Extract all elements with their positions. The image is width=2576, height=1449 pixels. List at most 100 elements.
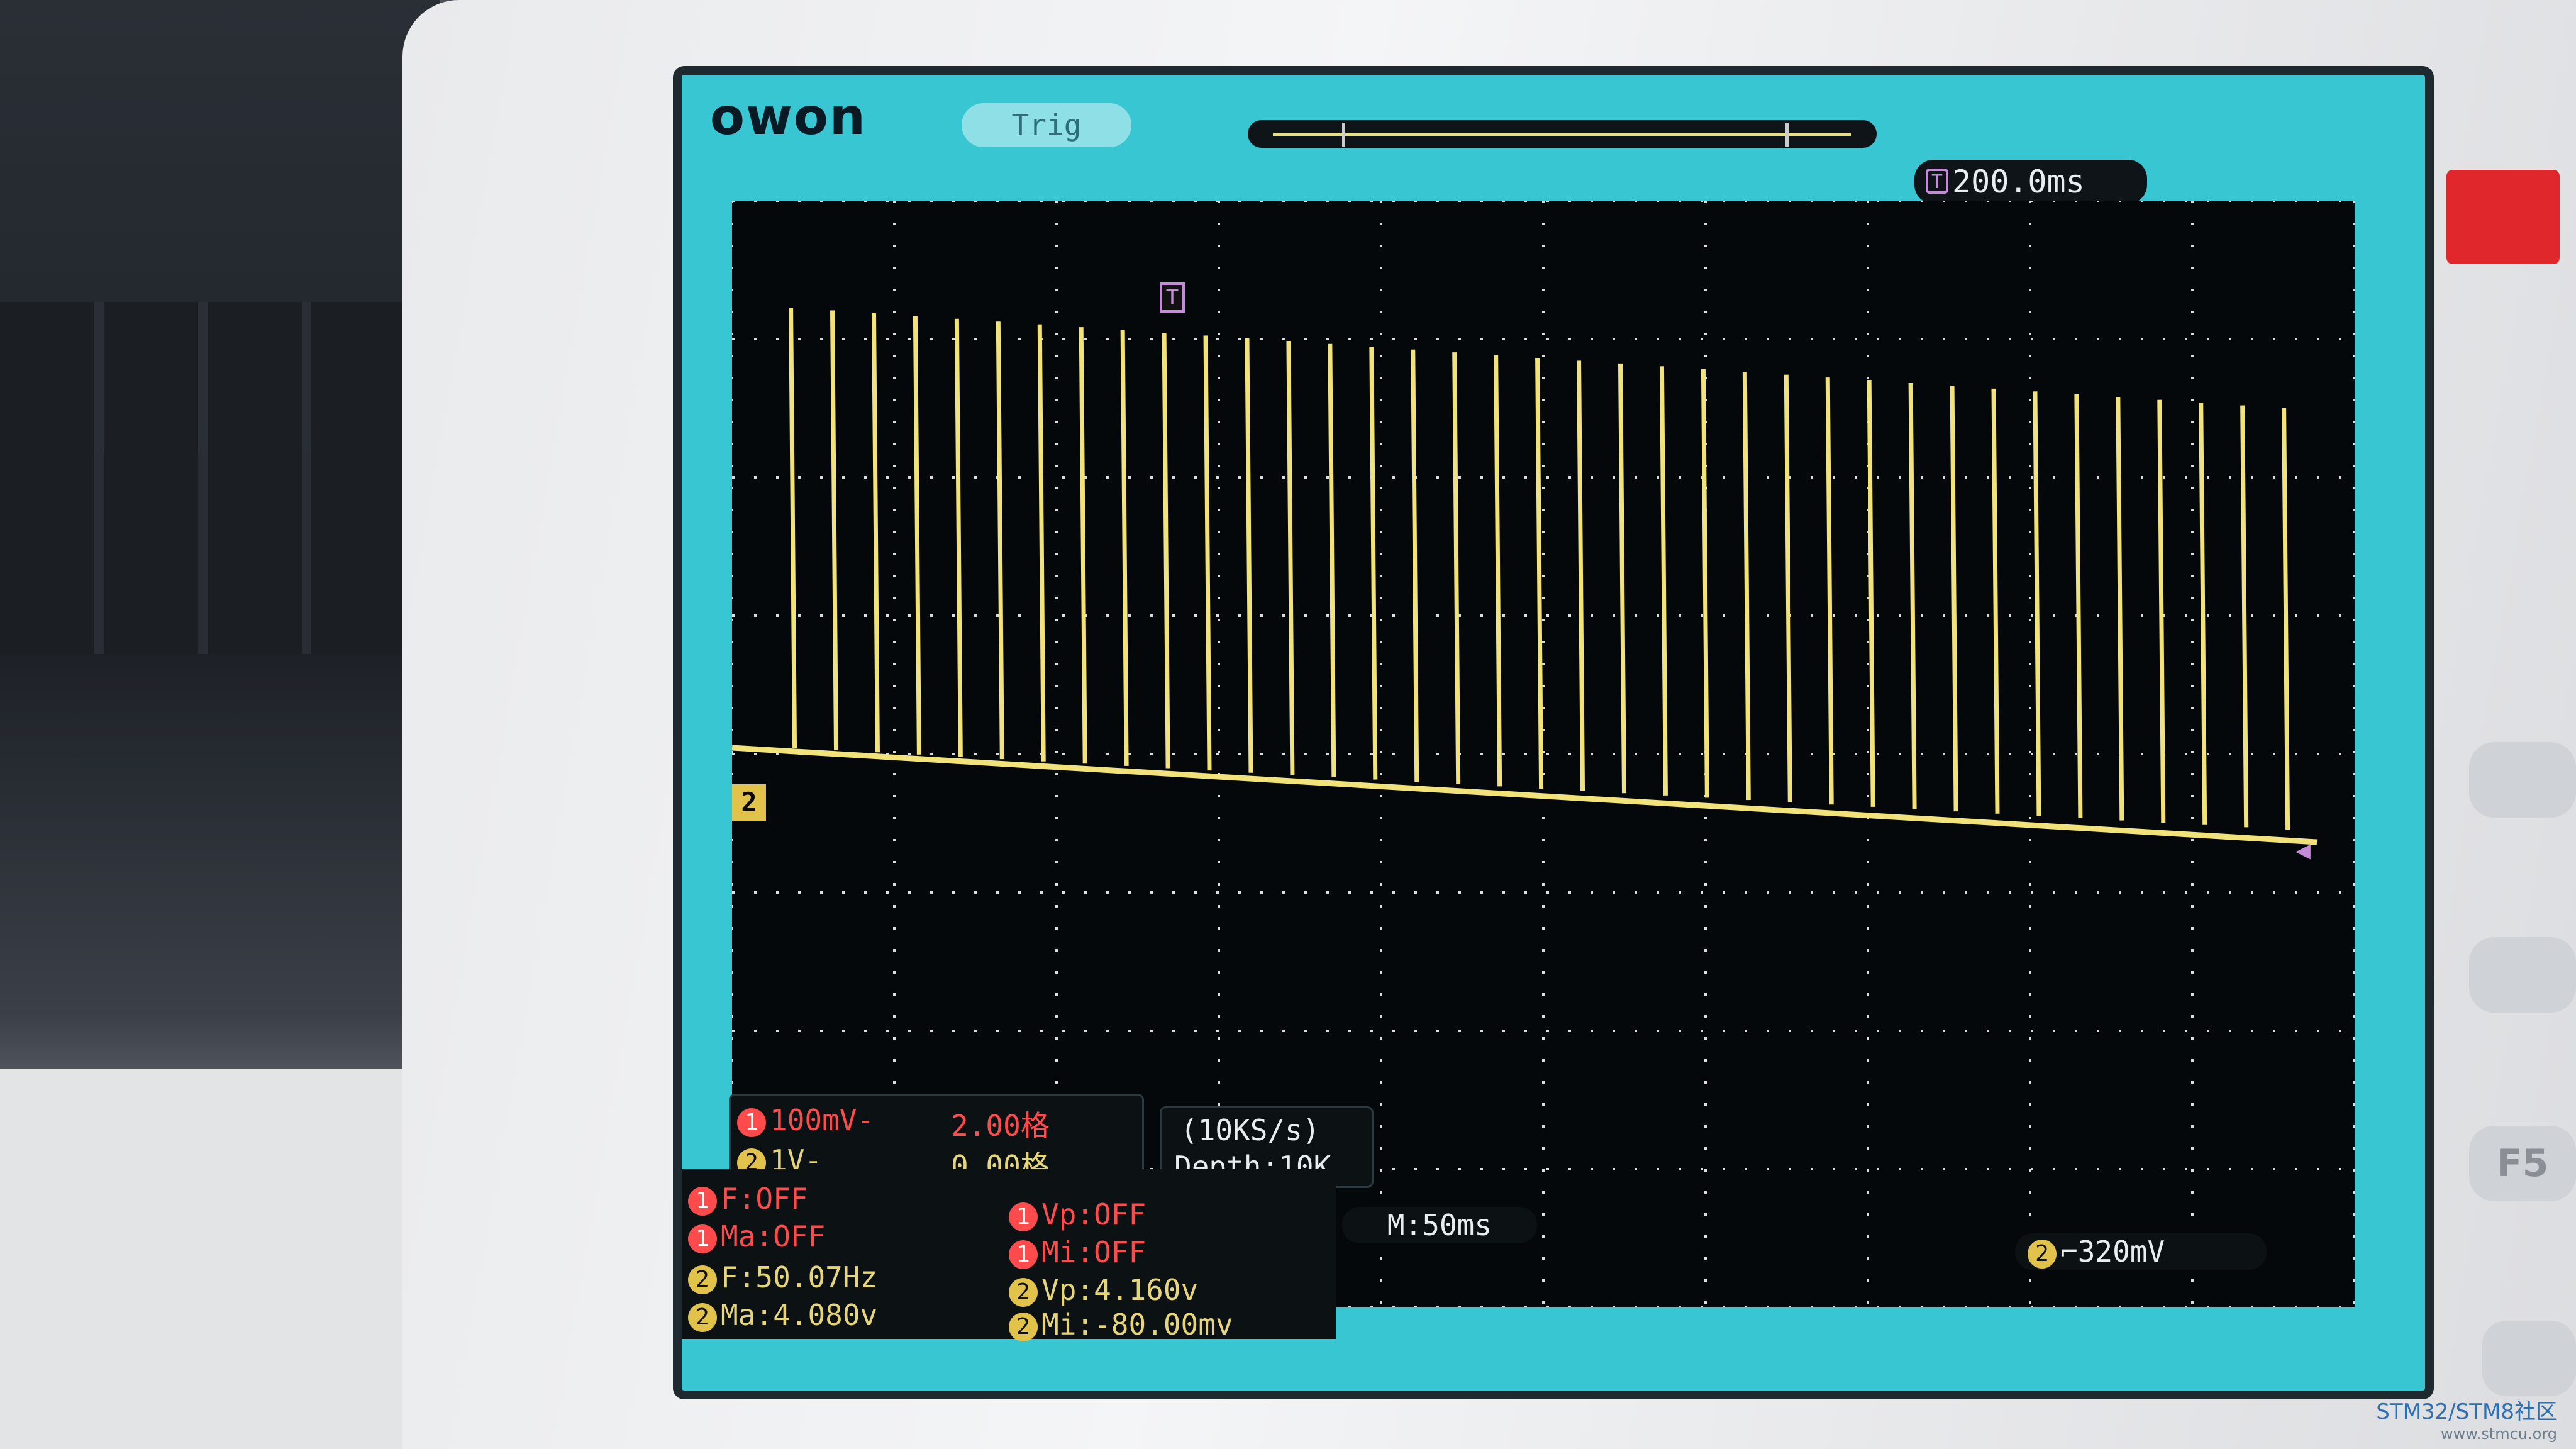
trigger-level-readout: 2 ⌐320mV [2015, 1233, 2267, 1270]
grid-dot [2353, 773, 2356, 775]
grid-dot [1867, 1213, 1869, 1216]
grid-dot [1767, 1306, 1769, 1309]
grid-dot [1414, 199, 1417, 202]
ch2-badge: 2 [688, 1302, 717, 1332]
grid-dot [1867, 861, 1869, 863]
grid-dot [1867, 905, 1869, 908]
grid-dot [1055, 311, 1058, 313]
grid-dot [2339, 199, 2341, 202]
grid-dot [893, 1037, 896, 1040]
grid-dot [1546, 614, 1549, 617]
grid-dot [1867, 201, 1869, 203]
grid-dot [776, 476, 779, 479]
grid-dot [1216, 476, 1219, 479]
grid-dot [2353, 1279, 2356, 1282]
grid-dot [2191, 487, 2194, 489]
grid-dot [776, 1030, 779, 1032]
grid-dot [1877, 338, 1879, 340]
grid-dot [1172, 199, 1175, 202]
ch1-settings: 1 100mV- 2.00格 [737, 1103, 1050, 1143]
grid-dot [1867, 311, 1869, 313]
grid-dot [1392, 891, 1395, 894]
grid-dot [2191, 1103, 2194, 1106]
grid-dot [1701, 614, 1703, 617]
grid-dot [893, 773, 896, 775]
grid-dot [1789, 338, 1791, 340]
grid-dot [1018, 199, 1021, 202]
grid-dot [731, 531, 733, 533]
grid-dot [1811, 891, 1813, 894]
grid-dot [2053, 199, 2055, 202]
grid-dot [1867, 663, 1869, 665]
grid-dot [893, 553, 896, 555]
grid-dot [1745, 1168, 1747, 1170]
side-key-2[interactable] [2469, 937, 2576, 1013]
grid-dot [1867, 1235, 1869, 1238]
grid-dot [1542, 861, 1545, 863]
grid-dot [1380, 1103, 1382, 1106]
grid-dot [1055, 685, 1058, 687]
grid-dot [1704, 1037, 1707, 1040]
grid-dot [1238, 338, 1241, 340]
side-key-f5[interactable]: F5 [2469, 1126, 2576, 1201]
side-key-1[interactable] [2469, 742, 2576, 818]
brand-logo: owon [710, 87, 867, 146]
grid-dot [2075, 753, 2077, 755]
grid-dot [1380, 223, 1382, 225]
grid-dot [1348, 1306, 1351, 1309]
grid-dot [1723, 1306, 1725, 1309]
grid-dot [1055, 707, 1058, 709]
sample-rate: (10KS/s) [1180, 1113, 1320, 1147]
grid-dot [1679, 338, 1681, 340]
menu-off-key[interactable] [2482, 1321, 2576, 1396]
memory-position-bar[interactable] [1248, 120, 1877, 148]
grid-dot [1380, 773, 1382, 775]
grid-dot [2191, 663, 2194, 665]
grid-dot [1380, 1279, 1382, 1282]
grid-dot [2029, 553, 2031, 555]
grid-dot [2029, 707, 2031, 709]
grid-dot [1380, 707, 1382, 709]
grid-dot [1084, 338, 1087, 340]
grid-dot [2353, 201, 2356, 203]
grid-dot [1218, 465, 1220, 467]
grid-dot [2097, 338, 2099, 340]
grid-dot [1326, 476, 1329, 479]
grid-dot [2353, 575, 2356, 577]
grid-dot [1128, 199, 1131, 202]
grid-dot [1218, 1015, 1220, 1018]
pulse [1162, 332, 1170, 769]
grid-dot [1867, 773, 1869, 775]
grid-dot [864, 1030, 867, 1032]
grid-dot [2353, 377, 2356, 379]
grid-dot [1216, 891, 1219, 894]
grid-dot [2029, 685, 2031, 687]
grid-dot [2353, 751, 2356, 753]
grid-dot [2353, 333, 2356, 335]
grid-dot [1260, 1030, 1263, 1032]
ch2-vpp-value: Vp:4.160v [1041, 1273, 1199, 1307]
red-side-tab [2446, 170, 2560, 264]
grid-dot [1987, 1030, 1989, 1032]
grid-dot [2353, 949, 2356, 952]
grid-dot [893, 641, 896, 643]
grid-dot [731, 685, 733, 687]
grid-dot [1877, 753, 1879, 755]
grid-dot [1943, 338, 1945, 340]
grid-dot [2163, 1168, 2165, 1170]
grid-dot [1414, 1306, 1417, 1309]
grid-dot [1018, 891, 1021, 894]
grid-dot [1767, 338, 1769, 340]
grid-dot [1591, 476, 1593, 479]
grid-dot [1723, 753, 1725, 755]
grid-dot [2317, 338, 2319, 340]
grid-dot [2029, 267, 2031, 269]
grid-dot [2029, 443, 2031, 445]
grid-dot [1657, 614, 1659, 617]
grid-dot [864, 476, 867, 479]
trigger-channel-badge: 2 [2028, 1239, 2057, 1269]
grid-dot [2353, 487, 2356, 489]
grid-dot [2191, 355, 2194, 357]
pulse [1991, 388, 2000, 814]
grid-dot [1218, 817, 1220, 819]
